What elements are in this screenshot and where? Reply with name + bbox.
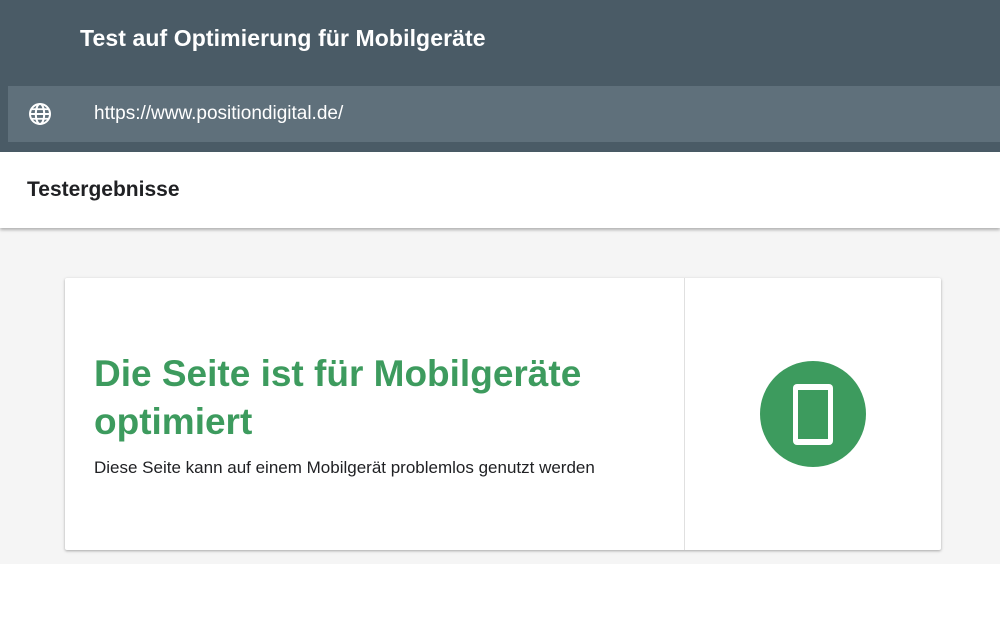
- result-summary: Die Seite ist für Mobilgeräte optimiert …: [65, 278, 685, 550]
- success-badge: [760, 361, 866, 467]
- result-status-panel: [685, 278, 941, 550]
- globe-icon: [29, 103, 51, 125]
- mobile-friendly-result-card: Die Seite ist für Mobilgeräte optimiert …: [65, 278, 941, 550]
- app-header: Test auf Optimierung für Mobilgeräte htt…: [0, 0, 1000, 152]
- verdict-description: Diese Seite kann auf einem Mobilgerät pr…: [94, 458, 595, 477]
- app-title: Test auf Optimierung für Mobilgeräte: [80, 25, 486, 51]
- results-title: Testergebnisse: [27, 178, 180, 201]
- url-input[interactable]: https://www.positiondigital.de/: [94, 100, 343, 128]
- url-bar[interactable]: https://www.positiondigital.de/: [8, 86, 1000, 142]
- verdict-heading: Die Seite ist für Mobilgeräte optimiert: [94, 353, 582, 442]
- results-bar: Testergebnisse: [0, 152, 1000, 228]
- results-content: Die Seite ist für Mobilgeräte optimiert …: [0, 228, 1000, 564]
- mobile-phone-icon: [793, 384, 833, 445]
